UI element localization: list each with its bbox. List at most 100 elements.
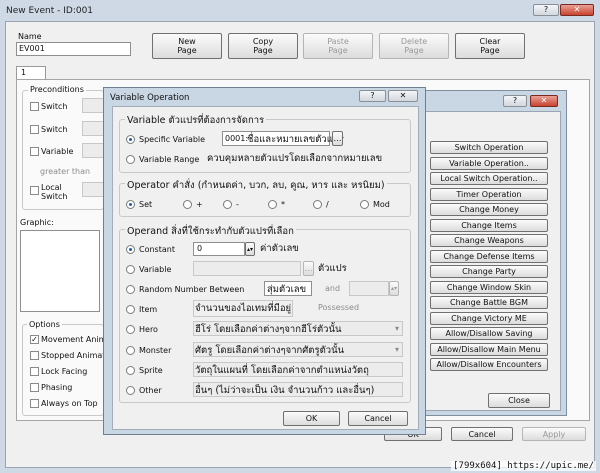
monster-dropdown[interactable]: ศัตรู โดยเลือกค่าต่างๆจากศัตรูตัวนั้น ▾ xyxy=(193,342,403,357)
copy-page-button[interactable]: Copy Page xyxy=(228,33,298,59)
operand-random-label: Random Number Between xyxy=(139,285,245,294)
operator-mod-radio[interactable] xyxy=(360,200,369,209)
operand-sprite-radio[interactable] xyxy=(126,366,135,375)
preconditions-title: Preconditions xyxy=(28,85,86,94)
random-max-input[interactable] xyxy=(349,281,389,296)
operator-div-radio[interactable] xyxy=(313,200,322,209)
local-switch-checkbox[interactable] xyxy=(30,186,39,195)
operand-variable-note: ตัวแปร xyxy=(318,263,347,274)
constant-spinner[interactable]: ▴▾ xyxy=(245,242,255,256)
phasing-checkbox[interactable] xyxy=(30,383,39,392)
operator-add-radio[interactable] xyxy=(183,200,192,209)
event-command-button[interactable]: Change Battle BGM xyxy=(430,296,548,309)
specific-variable-picker[interactable]: … xyxy=(332,131,343,146)
constant-value: 0 xyxy=(197,244,203,253)
event-command-button[interactable]: Change Window Skin xyxy=(430,280,548,294)
event-command-button[interactable]: Switch Operation xyxy=(430,141,548,154)
switch1-checkbox[interactable] xyxy=(30,102,39,111)
constant-value-input[interactable]: 0 xyxy=(193,242,245,256)
variable-range-radio[interactable] xyxy=(126,155,135,164)
hero-dropdown[interactable]: ฮีโร่ โดยเลือกค่าต่างๆจากฮีโร่ตัวนั้น ▾ xyxy=(193,321,403,336)
operand-other-radio[interactable] xyxy=(126,386,135,395)
operand-group-title: Operand สิ่งที่ใช้กระทำกับตัวแปรที่เลือก xyxy=(125,224,296,239)
event-command-button[interactable]: Change Party xyxy=(430,265,548,278)
clear-page-button[interactable]: Clear Page xyxy=(455,33,525,59)
precondition-field-4[interactable] xyxy=(82,182,104,197)
event-command-button[interactable]: Change Weapons xyxy=(430,234,548,247)
variable-checkbox[interactable] xyxy=(30,147,39,156)
page-tab-label: 1 xyxy=(21,68,27,77)
local-switch-label: Local Switch xyxy=(41,183,68,201)
operand-constant-label: Constant xyxy=(139,245,175,254)
precondition-field-3[interactable] xyxy=(82,143,104,158)
operator-mul-radio[interactable] xyxy=(268,200,277,209)
operand-random-radio[interactable] xyxy=(126,285,135,294)
event-command-button[interactable]: Change Items xyxy=(430,218,548,232)
precondition-field-2[interactable] xyxy=(82,121,104,136)
movement-anim-label: Movement Animi xyxy=(41,335,109,344)
operand-hero-radio[interactable] xyxy=(126,325,135,334)
other-note: อื่นๆ (ไม่ว่าจะเป็น เงิน จำนวนก้าว และอื… xyxy=(195,385,375,396)
event-command-button[interactable]: Change Money xyxy=(430,203,548,216)
operand-constant-radio[interactable] xyxy=(126,245,135,254)
event-command-button[interactable]: Allow/Disallow Saving xyxy=(430,327,548,340)
specific-variable-note: ชื่อและหมายเลขตัวแปร xyxy=(247,134,344,145)
operator-group-title: Operator คำสั่ง (กำหนดค่า, บวก, ลบ, คูณ,… xyxy=(125,178,387,193)
operand-variable-picker[interactable]: … xyxy=(303,261,314,276)
operand-variable-field[interactable] xyxy=(193,261,301,276)
event-commands-help-button[interactable]: ? xyxy=(503,95,527,107)
specific-variable-radio[interactable] xyxy=(126,135,135,144)
event-command-button[interactable]: Local Switch Operation.. xyxy=(430,172,548,185)
page-tab-1[interactable]: 1 xyxy=(16,66,46,80)
specific-variable-field[interactable]: 0001: ชื่อและหมายเลขตัวแปร xyxy=(222,131,344,146)
random-min-input[interactable]: สุ่มตัวเลข xyxy=(264,281,312,296)
lock-facing-checkbox[interactable] xyxy=(30,367,39,376)
event-commands-close[interactable]: Close xyxy=(488,393,550,408)
operator-sub-radio[interactable] xyxy=(223,200,232,209)
variable-range-note: ควบคุมหลายตัวแปรโดยเลือกจากหมายเลข xyxy=(207,153,383,164)
operator-set-radio[interactable] xyxy=(126,200,135,209)
variable-operation-close-button[interactable]: ✕ xyxy=(388,90,418,102)
name-input[interactable]: EV001 xyxy=(16,42,131,56)
event-command-button[interactable]: Variable Operation.. xyxy=(430,156,548,170)
event-command-button[interactable]: Timer Operation xyxy=(430,187,548,201)
hero-note: ฮีโร่ โดยเลือกค่าต่างๆจากฮีโร่ตัวนั้น xyxy=(195,324,342,335)
variable-operation-cancel-button[interactable]: Cancel xyxy=(348,411,408,426)
main-cancel-button[interactable]: Cancel xyxy=(451,427,513,441)
event-command-button[interactable]: Change Victory ME xyxy=(430,311,548,325)
operand-item-radio[interactable] xyxy=(126,305,135,314)
main-apply-button[interactable]: Apply xyxy=(522,427,586,441)
operand-monster-radio[interactable] xyxy=(126,346,135,355)
event-commands-close-button[interactable]: ✕ xyxy=(530,95,558,107)
graphic-label: Graphic: xyxy=(20,218,54,227)
variable-operation-ok-button[interactable]: OK xyxy=(283,411,340,426)
precondition-field-1[interactable] xyxy=(82,98,104,113)
new-page-button[interactable]: New Page xyxy=(152,33,222,59)
sprite-dropdown[interactable]: วัตถุในแผนที่ โดยเลือกค่าจากตำแหน่งวัตถุ xyxy=(193,362,403,377)
variable-operation-client: Variable ตัวแปรที่ต้องการจัดการ Specific… xyxy=(112,106,419,430)
operand-item-label: Item xyxy=(139,305,158,314)
operand-other-label: Other xyxy=(139,386,162,395)
variable-operation-help-button[interactable]: ? xyxy=(359,90,386,102)
always-on-top-checkbox[interactable] xyxy=(30,399,39,408)
other-dropdown[interactable]: อื่นๆ (ไม่ว่าจะเป็น เงิน จำนวนก้าว และอื… xyxy=(193,382,403,397)
event-command-button[interactable]: Change Defense Items xyxy=(430,249,548,263)
main-help-button[interactable]: ? xyxy=(533,4,559,16)
operand-variable-radio[interactable] xyxy=(126,265,135,274)
event-command-button[interactable]: Allow/Disallow Main Menu xyxy=(430,342,548,356)
main-close-button[interactable]: ✕ xyxy=(560,4,594,16)
delete-page-button[interactable]: Delete Page xyxy=(379,33,449,59)
stopped-anim-label: Stopped Animat xyxy=(41,351,106,360)
event-command-button[interactable]: Allow/Disallow Encounters xyxy=(430,358,548,371)
stopped-anim-checkbox[interactable] xyxy=(30,351,39,360)
specific-variable-label: Specific Variable xyxy=(139,135,206,144)
watermark: [799x604] https://upic.me/ xyxy=(451,461,596,471)
random-max-spinner[interactable]: ▴▾ xyxy=(389,281,399,296)
constant-note: ค่าตัวเลข xyxy=(260,243,299,254)
paste-page-button[interactable]: Paste Page xyxy=(303,33,373,59)
graphic-preview[interactable] xyxy=(20,230,100,312)
variable-range-label: Variable Range xyxy=(139,155,200,164)
switch2-checkbox[interactable] xyxy=(30,125,39,134)
movement-anim-checkbox[interactable]: ✓ xyxy=(30,335,39,344)
name-label: Name xyxy=(18,32,42,41)
